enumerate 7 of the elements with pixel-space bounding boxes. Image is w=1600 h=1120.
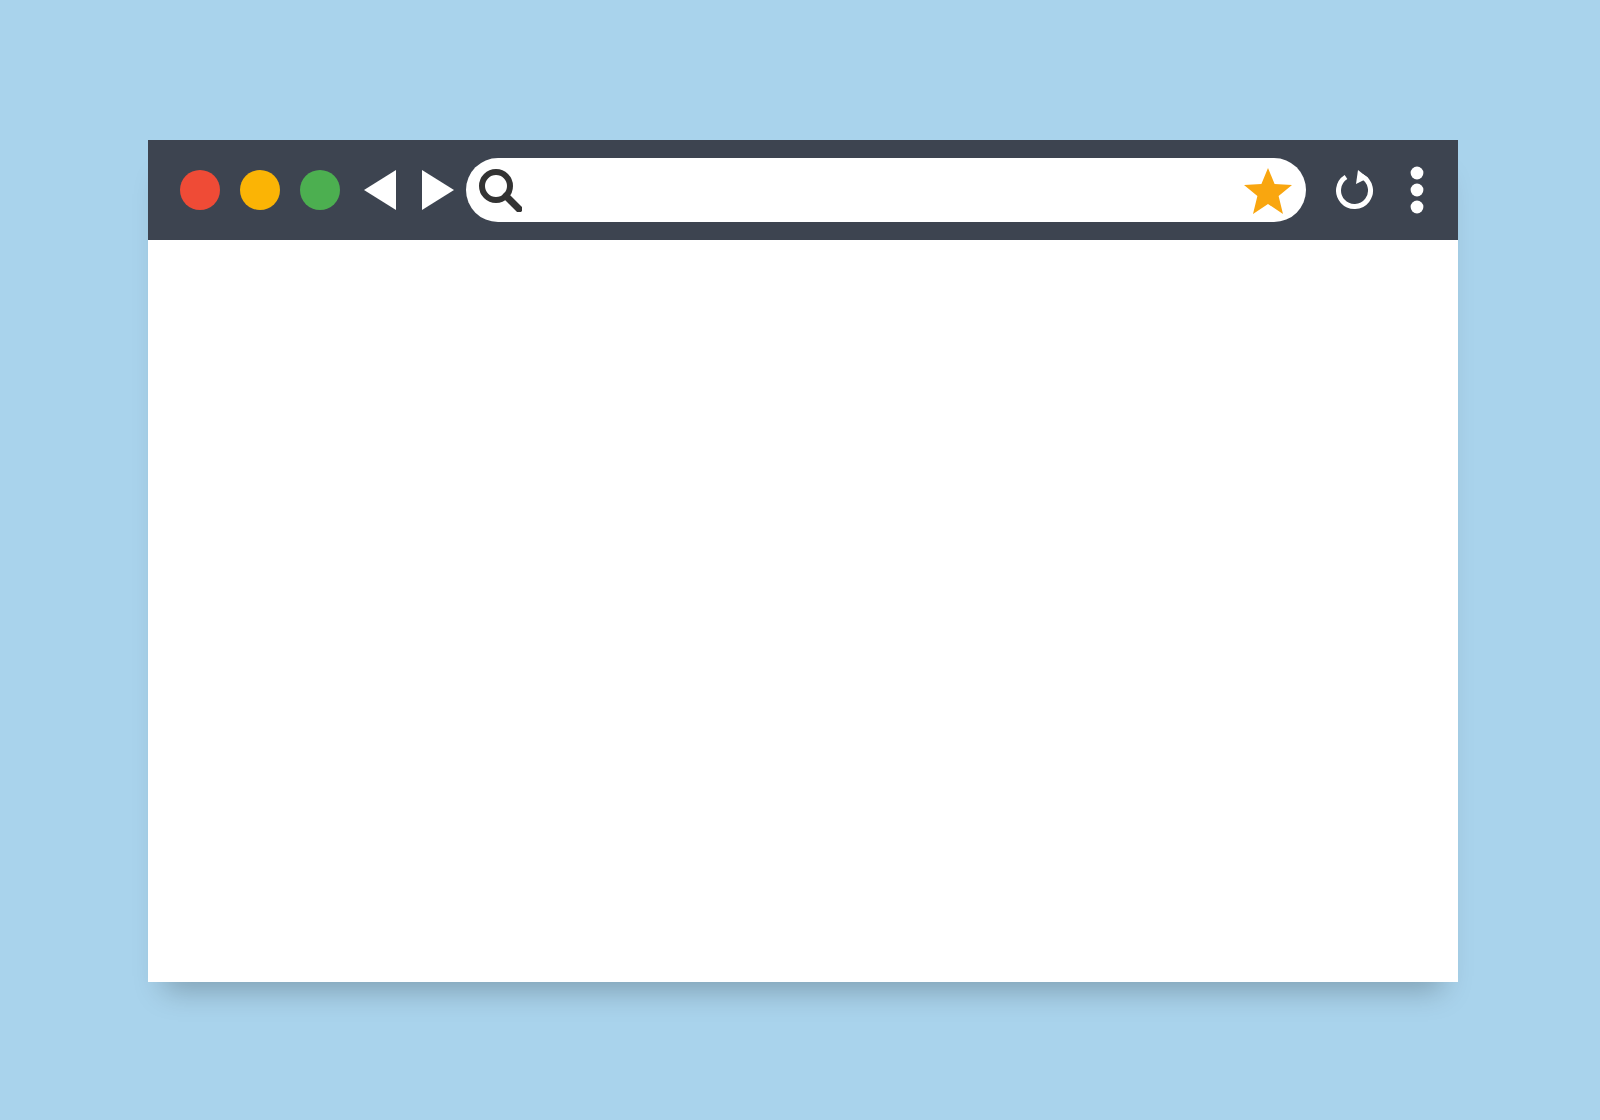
reload-icon[interactable] [1336, 170, 1376, 210]
forward-icon[interactable] [422, 170, 454, 210]
search-icon [478, 168, 522, 212]
star-icon[interactable] [1242, 165, 1294, 215]
address-field[interactable] [466, 158, 1306, 222]
back-icon[interactable] [364, 170, 396, 210]
menu-icon[interactable] [1410, 166, 1424, 214]
